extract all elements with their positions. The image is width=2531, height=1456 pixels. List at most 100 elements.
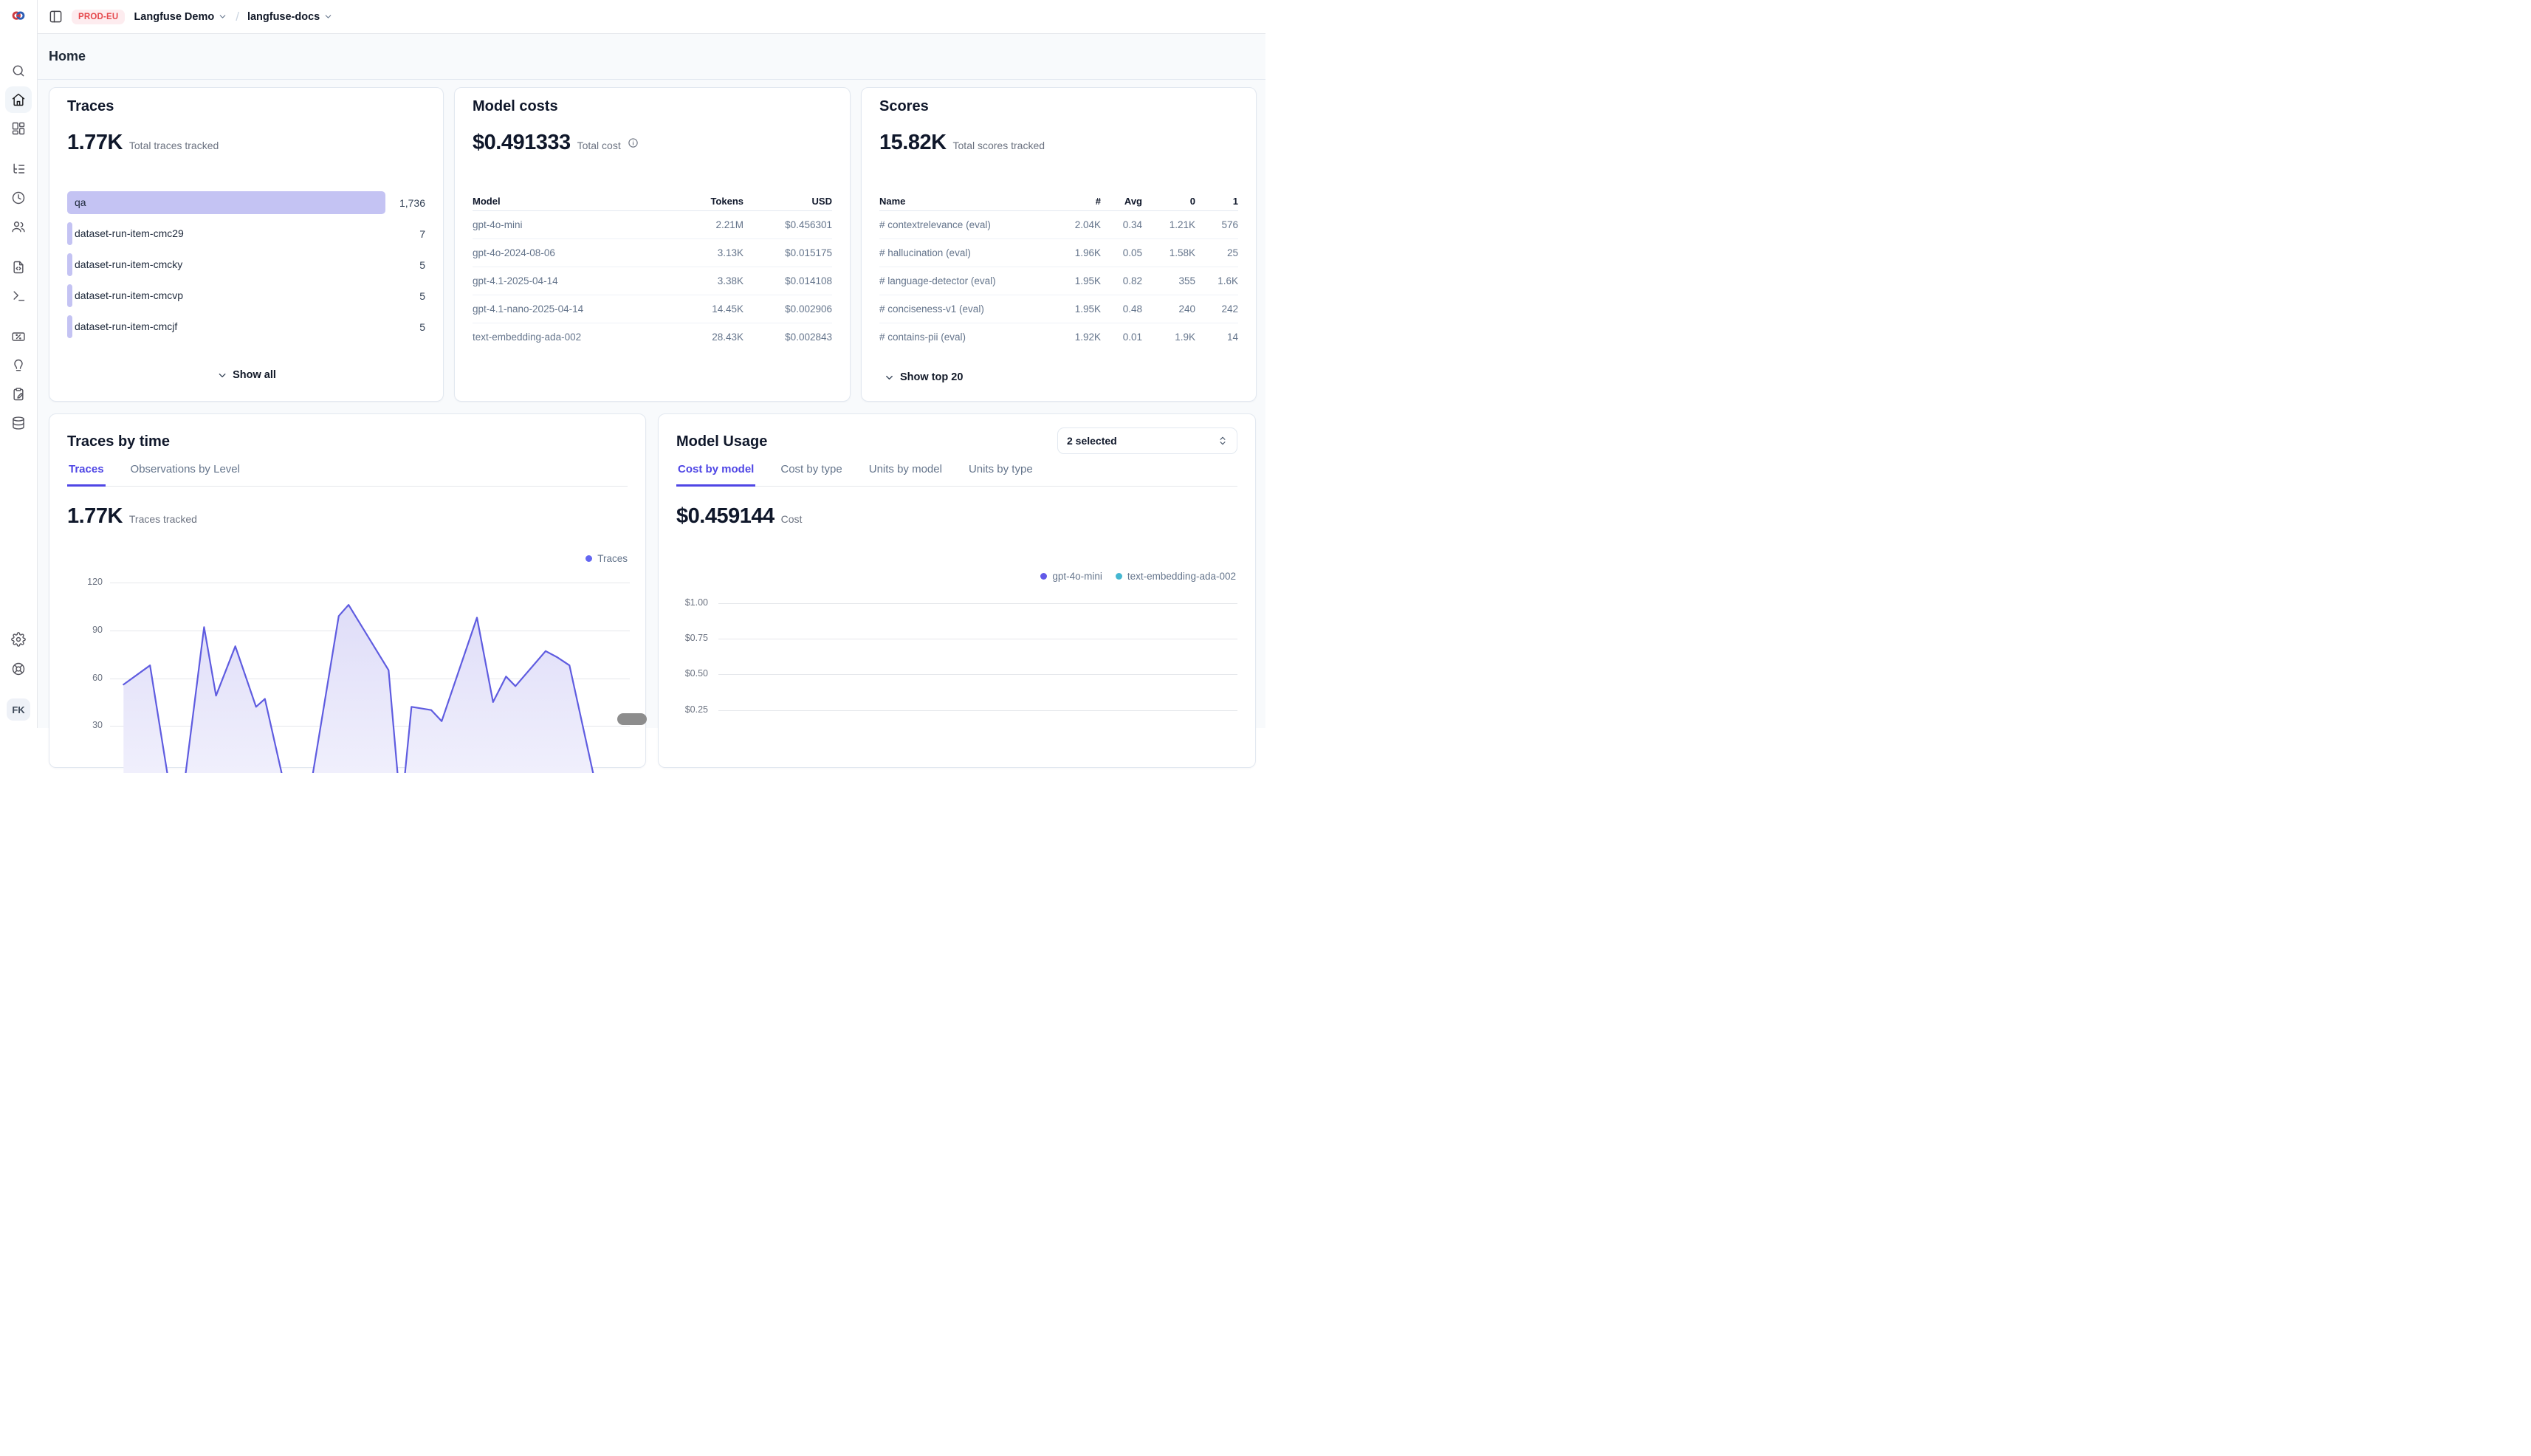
cell-value: 1.92K <box>1054 332 1101 343</box>
sidebar-toggle-icon[interactable] <box>49 10 63 24</box>
tab-units-by-model[interactable]: Units by model <box>868 459 944 487</box>
cell-name: gpt-4o-mini <box>473 219 662 230</box>
breadcrumb-project[interactable]: langfuse-docs <box>247 11 333 23</box>
cell-value: 2.21M <box>662 219 743 230</box>
cell-value: $0.456301 <box>743 219 832 230</box>
info-icon[interactable] <box>628 137 639 148</box>
trace-bar-row: dataset-run-item-cmcjf5 <box>67 315 425 338</box>
table-row: # contextrelevance (eval)2.04K0.341.21K5… <box>879 211 1238 239</box>
table-row: gpt-4o-2024-08-063.13K$0.015175 <box>473 239 832 267</box>
insights-icon[interactable] <box>5 352 32 379</box>
model-costs-metric: $0.491333 Total cost <box>473 131 639 155</box>
trace-bar-track: dataset-run-item-cmcvp <box>67 284 385 307</box>
top-header: PROD-EU Langfuse Demo / langfuse-docs <box>37 0 1266 34</box>
dashboards-icon[interactable] <box>5 115 32 142</box>
trace-bar-list: qa1,736dataset-run-item-cmc297dataset-ru… <box>67 191 425 346</box>
cell-value: 1.21K <box>1142 219 1195 230</box>
tab-observations-by-level[interactable]: Observations by Level <box>129 459 241 487</box>
table-row: gpt-4o-mini2.21M$0.456301 <box>473 211 832 239</box>
axis-tick-label: 30 <box>64 720 103 730</box>
chart-legend: Traces <box>585 553 628 564</box>
trace-value: 5 <box>385 259 425 271</box>
table-header-row: ModelTokensUSD <box>473 191 832 211</box>
tab-cost-by-model[interactable]: Cost by model <box>676 459 755 487</box>
metric-value: $0.459144 <box>676 504 775 529</box>
cell-value: 2.04K <box>1054 219 1101 230</box>
trace-bar-fill <box>67 315 72 338</box>
legend-entry: gpt-4o-mini <box>1040 571 1102 582</box>
cell-value: 0.01 <box>1101 332 1142 343</box>
prompts-icon[interactable] <box>5 254 32 281</box>
chevrons-up-down-icon <box>1218 436 1228 446</box>
home-icon[interactable] <box>5 86 32 113</box>
cell-value: 355 <box>1142 275 1195 286</box>
column-header: # <box>1054 196 1101 207</box>
trace-bar-fill <box>67 222 72 245</box>
show-all-button[interactable]: Show all <box>212 368 281 382</box>
cell-value: 1.6K <box>1195 275 1238 286</box>
tab-traces[interactable]: Traces <box>67 459 106 487</box>
cell-name: # hallucination (eval) <box>879 247 1054 258</box>
traces-line-series <box>110 569 630 773</box>
metric-value: 1.77K <box>67 504 123 529</box>
card-title: Model costs <box>473 98 558 115</box>
gridline <box>718 710 1237 711</box>
annotation-queues-icon[interactable] <box>5 381 32 408</box>
axis-tick-label: $0.50 <box>670 668 708 679</box>
traces-by-time-metric: 1.77K Traces tracked <box>67 504 197 529</box>
breadcrumb-org[interactable]: Langfuse Demo <box>134 11 227 23</box>
org-logo-icon[interactable] <box>10 9 27 24</box>
trace-bar-track: dataset-run-item-cmcky <box>67 253 385 276</box>
trace-value: 1,736 <box>385 197 425 209</box>
trace-label: dataset-run-item-cmcvp <box>75 284 183 307</box>
sidebar: FK <box>0 0 38 728</box>
tab-cost-by-type[interactable]: Cost by type <box>779 459 843 487</box>
axis-tick-label: 120 <box>64 577 103 587</box>
user-avatar[interactable]: FK <box>7 698 30 721</box>
axis-tick-label: 60 <box>64 673 103 683</box>
table-row: # hallucination (eval)1.96K0.051.58K25 <box>879 239 1238 267</box>
support-icon[interactable] <box>5 656 32 682</box>
horizontal-scrollbar-thumb[interactable] <box>617 713 647 725</box>
cell-value: 0.05 <box>1101 247 1142 258</box>
axis-tick-label: $0.75 <box>670 633 708 643</box>
gridline <box>718 674 1237 675</box>
cell-value: 0.82 <box>1101 275 1142 286</box>
legend-label: Traces <box>597 553 628 564</box>
model-costs-card: Model costs $0.491333 Total cost ModelTo… <box>454 87 851 402</box>
search-icon[interactable] <box>5 58 32 84</box>
cell-value: 14.45K <box>662 303 743 315</box>
table-row: # language-detector (eval)1.95K0.823551.… <box>879 267 1238 295</box>
show-all-label: Show all <box>233 369 276 381</box>
column-header: Avg <box>1101 196 1142 207</box>
tab-units-by-type[interactable]: Units by type <box>967 459 1034 487</box>
traces-card: Traces 1.77K Total traces tracked qa1,73… <box>49 87 444 402</box>
legend-dot <box>1116 573 1122 580</box>
show-top-20-button[interactable]: Show top 20 <box>879 371 967 384</box>
sessions-icon[interactable] <box>5 185 32 211</box>
trace-bar-row: dataset-run-item-cmcvp5 <box>67 284 425 307</box>
cell-value: $0.002843 <box>743 332 832 343</box>
settings-icon[interactable] <box>5 626 32 653</box>
trace-label: qa <box>75 191 86 214</box>
evaluation-icon[interactable] <box>5 323 32 350</box>
trace-bar-row: qa 1,736 <box>67 191 425 214</box>
table-row: # conciseness-v1 (eval)1.95K0.48240242 <box>879 295 1238 323</box>
card-title: Traces <box>67 98 114 115</box>
trace-label: dataset-run-item-cmc29 <box>75 222 184 245</box>
cell-name: # conciseness-v1 (eval) <box>879 303 1054 315</box>
traces-by-time-card: Traces by time TracesObservations by Lev… <box>49 413 646 768</box>
model-select-dropdown[interactable]: 2 selected <box>1057 427 1237 454</box>
trace-bar-row: dataset-run-item-cmcky5 <box>67 253 425 276</box>
trace-label: dataset-run-item-cmcjf <box>75 315 177 338</box>
users-icon[interactable] <box>5 213 32 240</box>
cell-name: text-embedding-ada-002 <box>473 332 662 343</box>
app-root: FK PROD-EU Langfuse Demo / langfuse-docs… <box>0 0 1266 728</box>
axis-tick-label: $0.25 <box>670 704 708 715</box>
gridline <box>718 603 1237 604</box>
column-header: 1 <box>1195 196 1238 207</box>
datasets-icon[interactable] <box>5 410 32 436</box>
playground-icon[interactable] <box>5 283 32 309</box>
tracing-icon[interactable] <box>5 156 32 182</box>
legend-entry: text-embedding-ada-002 <box>1116 571 1236 582</box>
